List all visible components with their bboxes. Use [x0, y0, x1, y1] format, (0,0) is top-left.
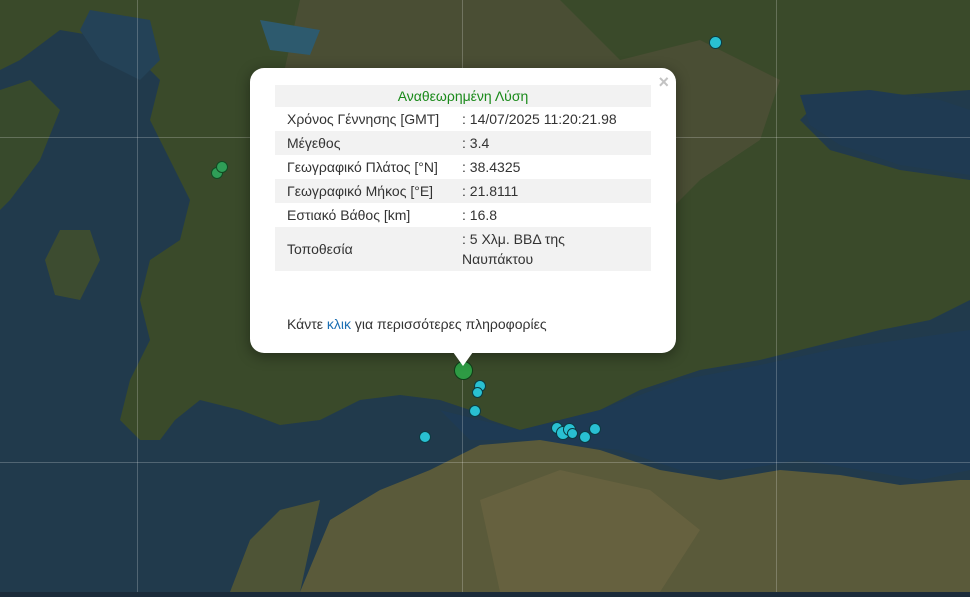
row-value: : 38.4325 — [462, 159, 521, 175]
row-label: Χρόνος Γέννησης [GMT] — [287, 111, 440, 127]
more-info-text: Κάντε κλικ για περισσότερες πληροφορίες — [287, 316, 547, 332]
more-info-link[interactable]: κλικ — [327, 316, 351, 332]
table-row: Γεωγραφικό Μήκος [°E] : 21.8111 — [275, 179, 651, 203]
row-label: Εστιακό Βάθος [km] — [287, 207, 411, 223]
earthquake-marker[interactable] — [709, 36, 722, 49]
table-row: Γεωγραφικό Πλάτος [°N] : 38.4325 — [275, 155, 651, 179]
earthquake-marker[interactable] — [567, 428, 578, 439]
more-info-prefix: Κάντε — [287, 316, 327, 332]
table-row: Εστιακό Βάθος [km] : 16.8 — [275, 203, 651, 227]
earthquake-marker[interactable] — [419, 431, 431, 443]
earthquake-marker[interactable] — [469, 405, 481, 417]
table-row: Μέγεθος : 3.4 — [275, 131, 651, 155]
earthquake-marker[interactable] — [472, 387, 483, 398]
table-row: Τοποθεσία : 5 Χλμ. ΒΒΔ της Ναυπάκτου — [275, 227, 651, 271]
graticule-line — [776, 0, 777, 592]
row-label: Μέγεθος — [275, 131, 462, 155]
popup-pointer — [453, 352, 473, 366]
earthquake-marker[interactable] — [579, 431, 591, 443]
row-value: : 16.8 — [462, 207, 498, 223]
row-value: : 5 Χλμ. ΒΒΔ της Ναυπάκτου — [462, 227, 651, 271]
row-label: Γεωγραφικό Πλάτος [°N] — [287, 159, 438, 175]
earthquake-marker[interactable] — [589, 423, 601, 435]
row-value: : 3.4 — [462, 131, 651, 155]
popup-title: Αναθεωρημένη Λύση — [275, 85, 651, 107]
row-value: : 21.8111 — [462, 179, 651, 203]
earthquake-marker[interactable] — [216, 161, 228, 173]
graticule-line — [137, 0, 138, 592]
earthquake-popup: × Αναθεωρημένη Λύση Χρόνος Γέννησης [GMT… — [250, 68, 676, 353]
row-value: : 14/07/2025 11:20:21.98 — [462, 111, 617, 127]
table-row: Χρόνος Γέννησης [GMT] : 14/07/2025 11:20… — [275, 107, 651, 131]
row-label: Γεωγραφικό Μήκος [°E] — [275, 179, 462, 203]
row-label: Τοποθεσία — [275, 227, 462, 271]
event-info-table: Αναθεωρημένη Λύση Χρόνος Γέννησης [GMT] … — [275, 85, 651, 271]
table-row: Αναθεωρημένη Λύση — [275, 85, 651, 107]
more-info-suffix: για περισσότερες πληροφορίες — [351, 316, 547, 332]
graticule-line — [0, 462, 970, 463]
close-icon[interactable]: × — [658, 72, 669, 92]
